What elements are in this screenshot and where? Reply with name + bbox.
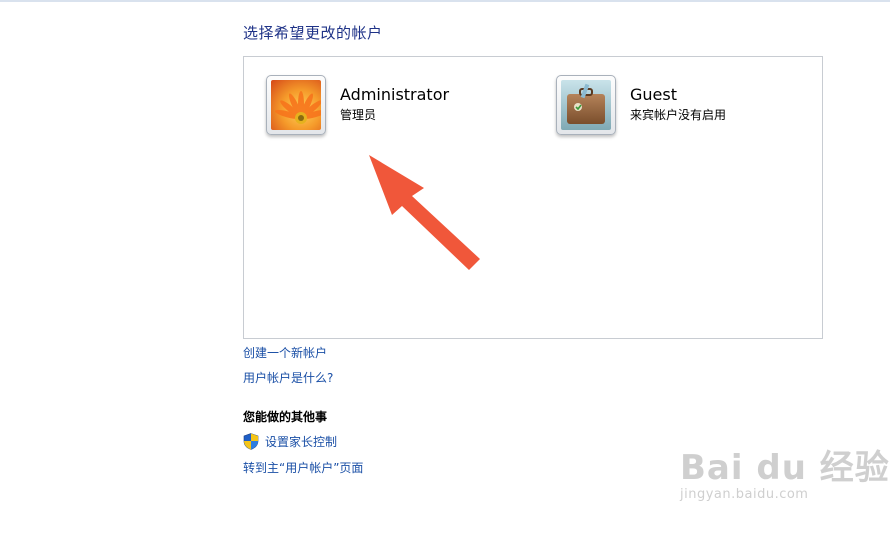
annotation-arrow-icon (369, 155, 480, 270)
account-administrator[interactable]: Administrator 管理员 (266, 75, 449, 135)
parental-controls-label: 设置家长控制 (265, 435, 338, 449)
flower-avatar-icon (271, 80, 321, 130)
accounts-panel: Administrator 管理员 Guest 来宾帐户没有启用 (243, 56, 823, 339)
account-name: Guest (630, 85, 677, 104)
watermark-site: jingyan.baidu.com (680, 487, 809, 502)
page-title: 选择希望更改的帐户 (243, 24, 383, 42)
avatar (266, 75, 326, 135)
parental-controls-link[interactable]: 设置家长控制 (243, 433, 337, 450)
what-is-account-link[interactable]: 用户帐户是什么? (243, 369, 333, 386)
briefcase-avatar-icon (561, 80, 611, 130)
create-account-link[interactable]: 创建一个新帐户 (243, 344, 327, 361)
top-border (0, 0, 890, 2)
shield-icon (243, 433, 259, 450)
account-role: 管理员 (340, 108, 377, 122)
account-guest[interactable]: Guest 来宾帐户没有启用 (556, 75, 726, 135)
account-role: 来宾帐户没有启用 (630, 108, 727, 122)
avatar (556, 75, 616, 135)
account-name: Administrator (340, 85, 450, 104)
other-tasks-heading: 您能做的其他事 (243, 410, 328, 424)
baidu-watermark: Bai du 经验 jingyan.baidu.com (680, 440, 890, 502)
goto-main-user-accounts-link[interactable]: 转到主“用户帐户”页面 (243, 459, 363, 476)
watermark-brand: Bai du 经验 (680, 448, 890, 488)
